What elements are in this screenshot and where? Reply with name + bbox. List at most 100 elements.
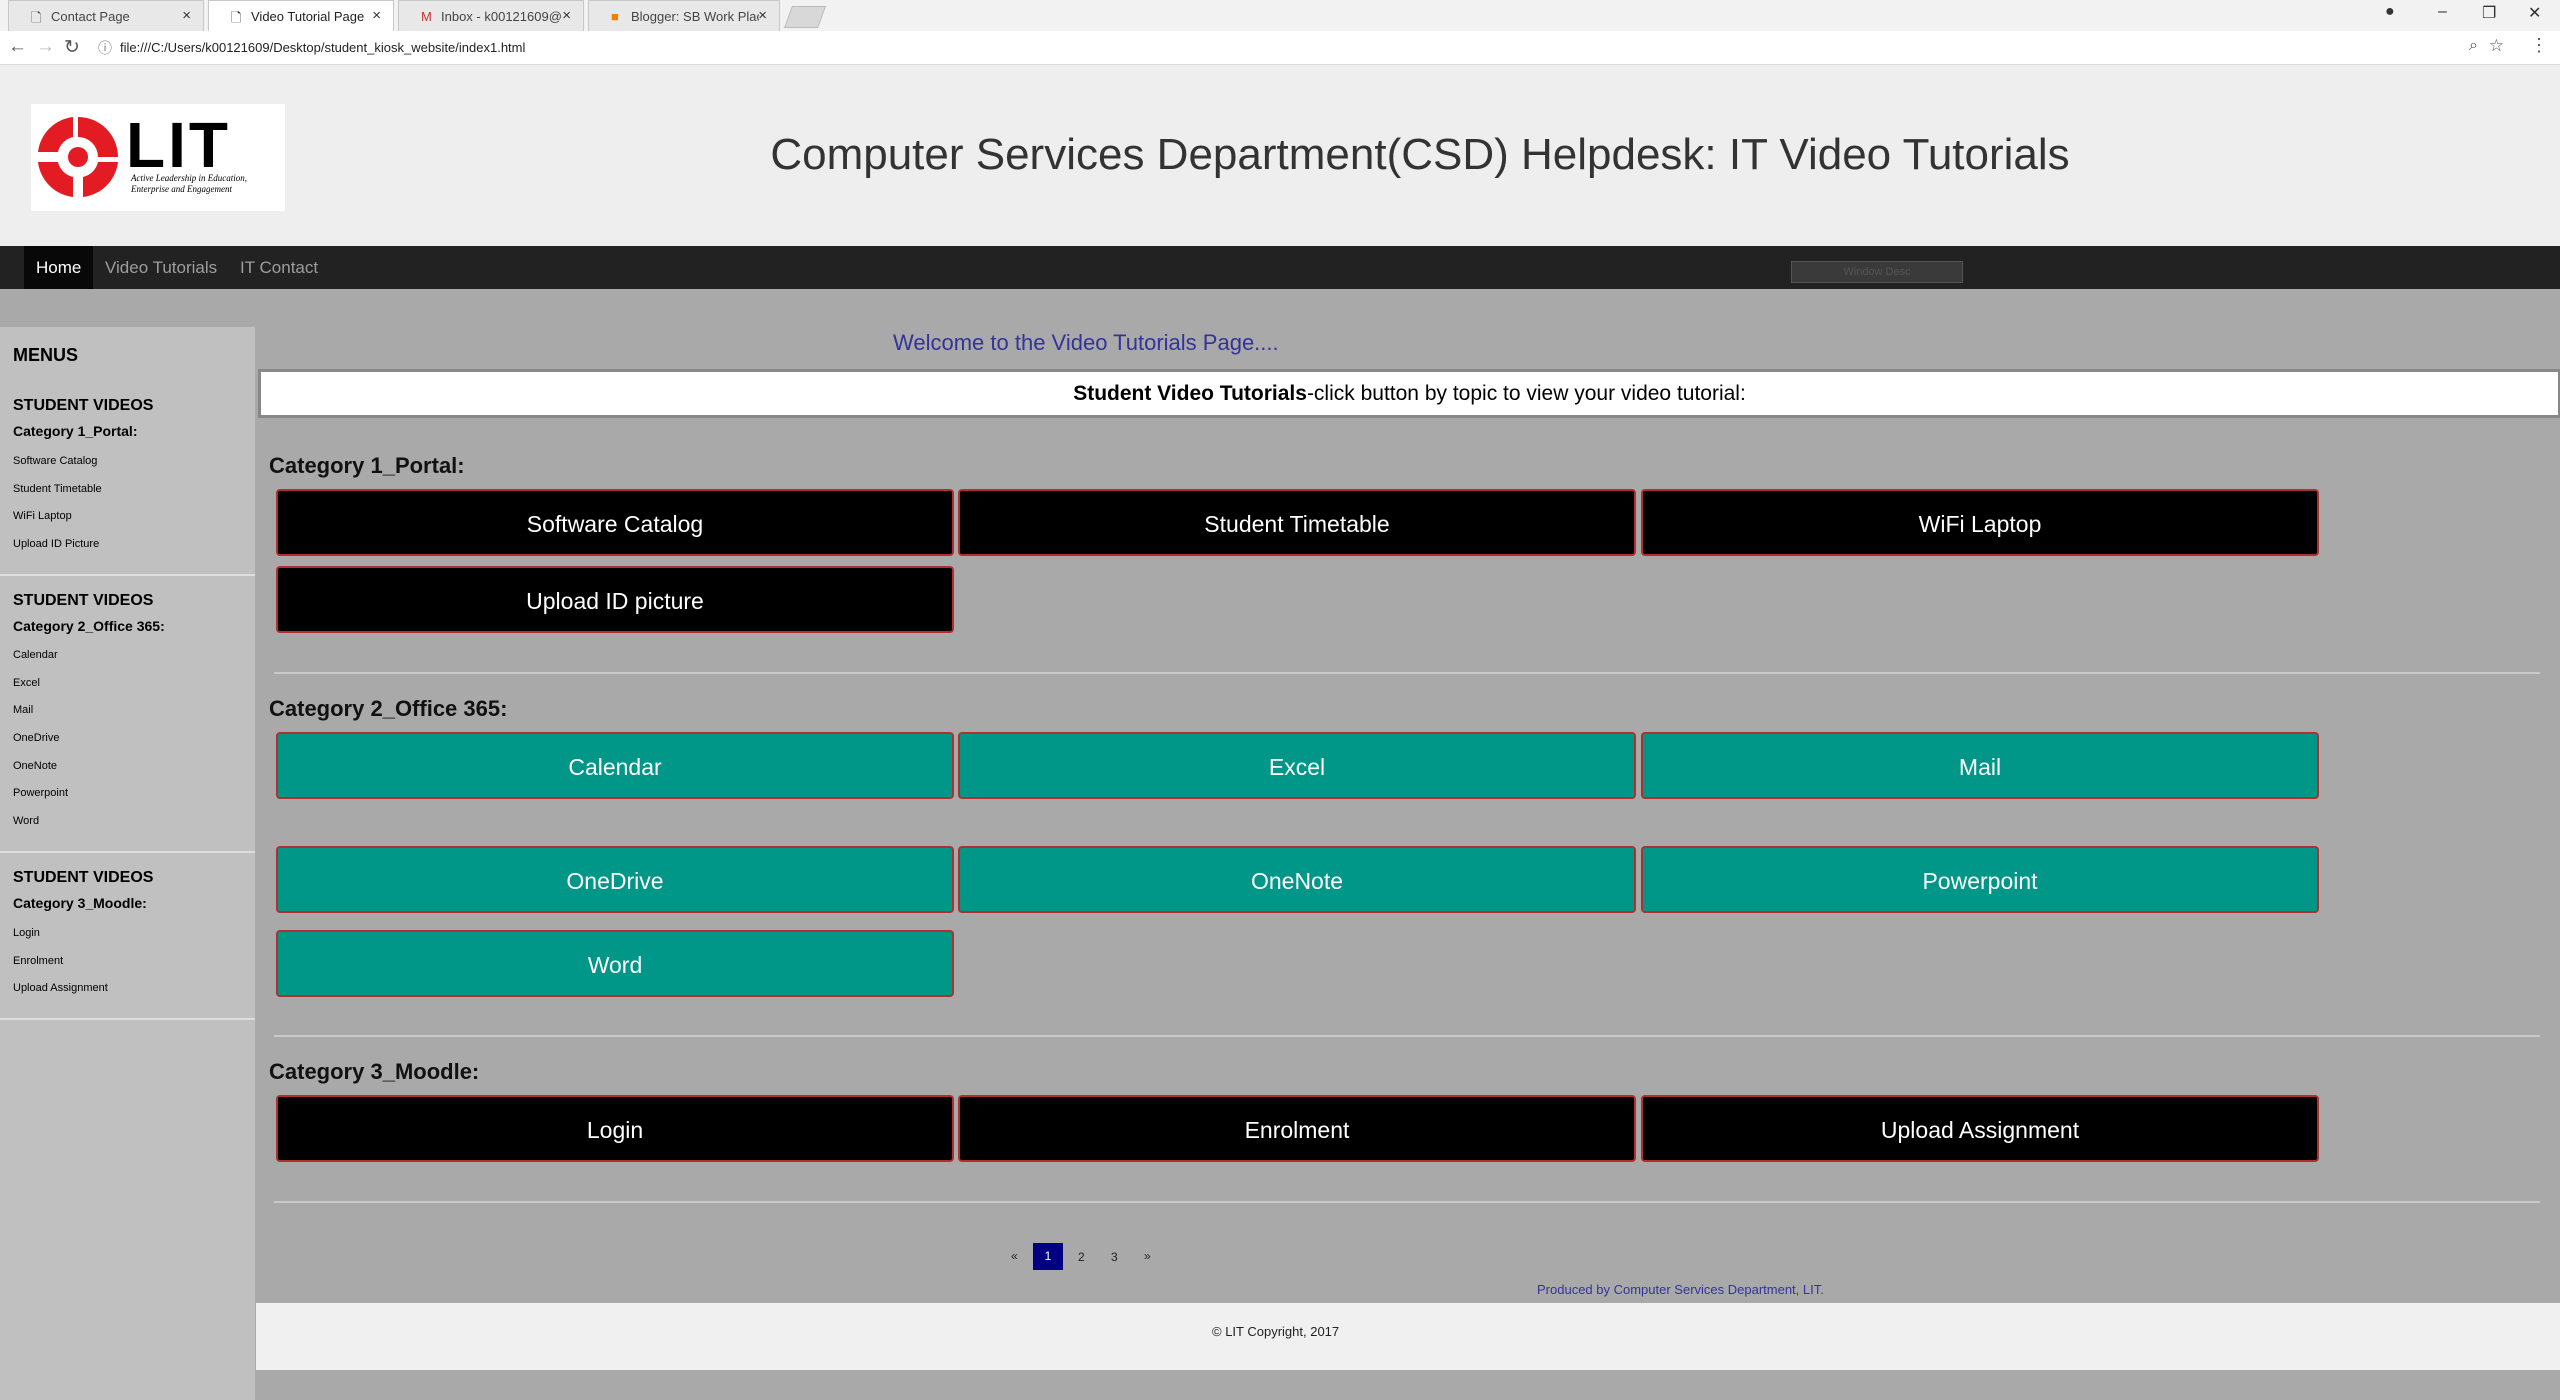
enrolment-button[interactable]: Enrolment (958, 1095, 1636, 1162)
gmail-icon: M (421, 9, 432, 24)
zoom-icon[interactable]: ⌕ (2469, 37, 2478, 55)
browser-toolbar: ← → ↻ ⓘ file:///C:/Users/k00121609/Deskt… (0, 31, 2560, 65)
pagination-page-3[interactable]: 3 (1111, 1250, 1118, 1264)
close-icon[interactable]: × (758, 7, 767, 24)
upload-assignment-button[interactable]: Upload Assignment (1641, 1095, 2319, 1162)
onenote-button[interactable]: OneNote (958, 846, 1636, 913)
sidebar-link-onenote[interactable]: OneNote (13, 760, 57, 772)
student-timetable-button[interactable]: Student Timetable (958, 489, 1636, 556)
page-info-icon[interactable]: ⓘ (98, 38, 112, 58)
tab-title: Blogger: SB Work Placem (631, 9, 759, 24)
excel-button[interactable]: Excel (958, 732, 1636, 799)
page-icon: 🗋 (31, 10, 42, 25)
main-navbar: Home Video Tutorials IT Contact Window D… (0, 246, 2560, 289)
sidebar-link-wifi-laptop[interactable]: WiFi Laptop (13, 510, 72, 522)
close-icon[interactable]: × (562, 7, 571, 24)
page-icon: 🗋 (231, 10, 242, 25)
nav-home[interactable]: Home (24, 246, 94, 289)
url-text[interactable]: file:///C:/Users/k00121609/Desktop/stude… (120, 40, 525, 55)
sidebar-section-title: STUDENT VIDEOS (13, 397, 154, 414)
wifi-laptop-button[interactable]: WiFi Laptop (1641, 489, 2319, 556)
category-title: Category 3_Moodle: (269, 1059, 480, 1084)
forward-icon[interactable]: → (36, 36, 55, 58)
calendar-button[interactable]: Calendar (276, 732, 954, 799)
sidebar-link-powerpoint[interactable]: Powerpoint (13, 787, 68, 799)
close-window-icon[interactable]: ✕ (2528, 3, 2541, 23)
sidebar-link-onedrive[interactable]: OneDrive (13, 732, 59, 744)
button-label: Upload ID picture (526, 588, 704, 614)
produced-by-link[interactable]: Produced by Computer Services Department… (1537, 1282, 1824, 1297)
category-title: Category 2_Office 365: (269, 696, 508, 721)
welcome-text: Welcome to the Video Tutorials Page.... (893, 330, 1279, 355)
browser-menu-icon[interactable]: ⋮ (2530, 35, 2548, 56)
sidebar-link-enrolment[interactable]: Enrolment (13, 955, 63, 967)
powerpoint-button[interactable]: Powerpoint (1641, 846, 2319, 913)
copyright-text: © LIT Copyright, 2017 (1212, 1324, 1340, 1339)
button-label: OneDrive (566, 868, 664, 894)
section-divider (274, 672, 2540, 674)
sidebar-heading: MENUS (13, 345, 79, 365)
pagination-page-2[interactable]: 2 (1078, 1250, 1085, 1264)
intro-text: -click button by topic to view your vide… (1306, 382, 1746, 405)
page-title: Computer Services Department(CSD) Helpde… (770, 130, 2070, 179)
profile-icon[interactable]: ● (2385, 3, 2395, 21)
onedrive-button[interactable]: OneDrive (276, 846, 954, 913)
sidebar-section-title: STUDENT VIDEOS (13, 592, 154, 609)
tab-title: Inbox - k00121609@gm (441, 9, 561, 24)
tab-video-tutorial-page[interactable]: 🗋 Video Tutorial Page × (208, 0, 394, 31)
logo-tagline: Active Leadership in Education, Enterpri… (131, 173, 247, 194)
footer: © LIT Copyright, 2017 (256, 1303, 2560, 1370)
tab-title: Contact Page (51, 9, 130, 24)
minimize-icon[interactable]: – (2438, 3, 2447, 21)
tab-blogger[interactable]: ■ Blogger: SB Work Placem × (588, 0, 780, 31)
tab-contact-page[interactable]: 🗋 Contact Page × (8, 0, 204, 31)
button-label: Excel (1268, 754, 1326, 780)
pagination-page-1[interactable]: 1 (1033, 1243, 1063, 1270)
restore-icon[interactable]: ❐ (2482, 3, 2496, 23)
nav-it-contact[interactable]: IT Contact (228, 246, 330, 289)
close-icon[interactable]: × (372, 7, 381, 24)
pagination-next[interactable]: » (1144, 1249, 1151, 1263)
sidebar-link-student-timetable[interactable]: Student Timetable (13, 483, 102, 495)
sidebar-link-excel[interactable]: Excel (13, 677, 40, 689)
site-header: LIT Active Leadership in Education, Ente… (0, 65, 2560, 246)
sidebar-category: Category 1_Portal: (13, 423, 138, 439)
button-label: Calendar (568, 754, 662, 780)
sidebar-link-word[interactable]: Word (13, 815, 39, 827)
sidebar-link-login[interactable]: Login (13, 927, 40, 939)
login-button[interactable]: Login (276, 1095, 954, 1162)
nav-video-tutorials[interactable]: Video Tutorials (93, 246, 229, 289)
button-label: OneNote (1250, 868, 1344, 894)
tab-inbox[interactable]: M Inbox - k00121609@gm × (398, 0, 584, 31)
sidebar-link-upload-id-picture[interactable]: Upload ID Picture (13, 538, 99, 550)
category-title: Category 1_Portal: (269, 453, 465, 478)
nav-search-input[interactable]: Window Desc (1791, 261, 1963, 283)
section-divider (274, 1201, 2540, 1203)
button-label: Login (586, 1117, 644, 1143)
intro-bold-text: Student Video Tutorials (1073, 382, 1307, 405)
upload-id-picture-button[interactable]: Upload ID picture (276, 566, 954, 633)
intro-banner: Student Video Tutorials-click button by … (258, 369, 2560, 418)
new-tab-button[interactable] (783, 6, 827, 28)
logo-text: LIT (126, 109, 231, 181)
bookmark-star-icon[interactable]: ☆ (2489, 36, 2504, 56)
button-label: Enrolment (1244, 1117, 1350, 1143)
back-icon[interactable]: ← (8, 36, 27, 58)
tab-title: Video Tutorial Page (251, 9, 365, 24)
reload-icon[interactable]: ↻ (64, 36, 80, 59)
pagination-prev[interactable]: « (1011, 1249, 1018, 1263)
sidebar-link-upload-assignment[interactable]: Upload Assignment (13, 982, 108, 994)
sidebar-category: Category 3_Moodle: (13, 895, 147, 911)
lit-logo: LIT Active Leadership in Education, Ente… (31, 104, 285, 211)
sidebar-link-calendar[interactable]: Calendar (13, 649, 58, 661)
close-icon[interactable]: × (182, 7, 191, 24)
sidebar-link-software-catalog[interactable]: Software Catalog (13, 455, 97, 467)
word-button[interactable]: Word (276, 930, 954, 997)
mail-button[interactable]: Mail (1641, 732, 2319, 799)
address-bar[interactable]: ⓘ file:///C:/Users/k00121609/Desktop/stu… (90, 35, 2518, 59)
software-catalog-button[interactable]: Software Catalog (276, 489, 954, 556)
sidebar-link-mail[interactable]: Mail (13, 704, 33, 716)
sidebar-divider (0, 1018, 255, 1020)
button-label: Mail (1958, 754, 2002, 780)
section-divider (274, 1035, 2540, 1037)
